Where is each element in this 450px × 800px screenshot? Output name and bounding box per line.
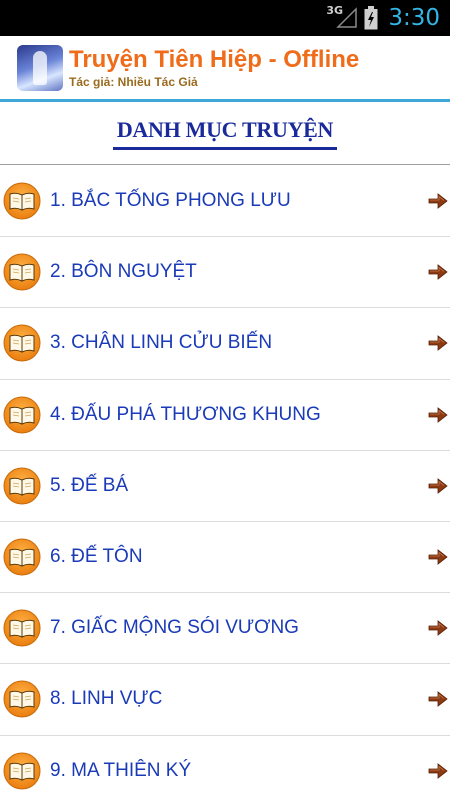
book-icon bbox=[3, 396, 41, 434]
app-icon bbox=[17, 44, 63, 91]
book-icon bbox=[3, 538, 41, 576]
book-icon bbox=[3, 680, 41, 718]
app-header: Truyện Tiên Hiệp - Offline Tác giả: Nhiề… bbox=[0, 36, 450, 102]
arrow-right-icon bbox=[428, 691, 448, 708]
app-title: Truyện Tiên Hiệp - Offline bbox=[69, 45, 360, 73]
book-icon bbox=[3, 182, 41, 220]
section-header: DANH MỤC TRUYỆN bbox=[0, 105, 450, 165]
list-item[interactable]: 3. CHÂN LINH CỬU BIẾN bbox=[0, 308, 450, 380]
story-label: 3. CHÂN LINH CỬU BIẾN bbox=[50, 332, 273, 354]
arrow-right-icon bbox=[428, 549, 448, 565]
section-title: DANH MỤC TRUYỆN bbox=[112, 117, 338, 150]
story-label: 7. GIẤC MỘNG SÓI VƯƠNG bbox=[50, 617, 299, 639]
list-item[interactable]: 5. ĐẾ BÁ bbox=[0, 451, 450, 522]
story-label: 4. ĐẤU PHÁ THƯƠNG KHUNG bbox=[50, 403, 321, 425]
header-text: Truyện Tiên Hiệp - Offline Tác giả: Nhiề… bbox=[69, 46, 359, 90]
app-subtitle: Tác giả: Nhiều Tác Giả bbox=[69, 74, 198, 89]
arrow-right-icon bbox=[428, 335, 448, 352]
list-item[interactable]: 6. ĐẾ TÔN bbox=[0, 522, 450, 594]
arrow-right-icon bbox=[428, 762, 448, 779]
arrow-right-icon bbox=[428, 620, 448, 637]
book-icon bbox=[3, 609, 41, 647]
list-item[interactable]: 4. ĐẤU PHÁ THƯƠNG KHUNG bbox=[0, 380, 450, 451]
list-item[interactable]: 8. LINH VỰC bbox=[0, 664, 450, 736]
book-icon bbox=[3, 324, 41, 362]
arrow-right-icon bbox=[428, 478, 448, 494]
story-label: 8. LINH VỰC bbox=[50, 688, 163, 710]
story-label: 6. ĐẾ TÔN bbox=[50, 546, 143, 568]
story-list: 1. BẮC TỐNG PHONG LƯU 2. BÔN NGUYỆT 3. C… bbox=[0, 166, 450, 800]
list-item[interactable]: 1. BẮC TỐNG PHONG LƯU bbox=[0, 166, 450, 238]
signal-icon: 3G bbox=[326, 4, 358, 29]
list-item[interactable]: 2. BÔN NGUYỆT bbox=[0, 237, 450, 309]
book-icon bbox=[3, 253, 41, 291]
book-icon bbox=[3, 467, 41, 505]
arrow-right-icon bbox=[428, 264, 448, 281]
clock: 3:30 bbox=[388, 5, 440, 31]
status-bar: 3G 3:30 bbox=[0, 0, 450, 36]
story-label: 5. ĐẾ BÁ bbox=[50, 474, 129, 496]
story-label: 1. BẮC TỐNG PHONG LƯU bbox=[50, 190, 291, 212]
arrow-right-icon bbox=[428, 193, 448, 209]
list-item[interactable]: 9. MA THIÊN KÝ bbox=[0, 736, 450, 800]
arrow-right-icon bbox=[428, 406, 448, 423]
story-label: 9. MA THIÊN KÝ bbox=[50, 759, 192, 781]
list-item[interactable]: 7. GIẤC MỘNG SÓI VƯƠNG bbox=[0, 593, 450, 665]
book-icon bbox=[3, 752, 41, 790]
battery-icon bbox=[364, 6, 378, 30]
story-label: 2. BÔN NGUYỆT bbox=[50, 261, 197, 283]
